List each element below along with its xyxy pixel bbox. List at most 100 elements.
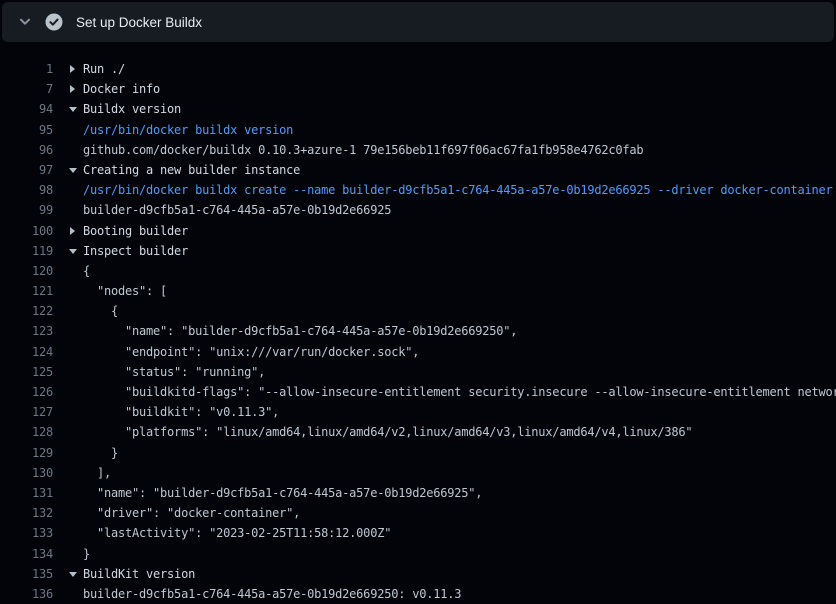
- log-line: 132 "driver": "docker-container",: [0, 503, 836, 523]
- marker-spacer: [53, 140, 83, 160]
- line-number[interactable]: 96: [0, 140, 53, 160]
- check-circle-icon: [45, 13, 63, 31]
- line-number[interactable]: 133: [0, 523, 53, 543]
- log-line: 1 Run ./: [0, 59, 836, 79]
- marker-spacer: [53, 503, 83, 523]
- line-number[interactable]: 120: [0, 261, 53, 281]
- log-text: "lastActivity": "2023-02-25T11:58:12.000…: [83, 523, 391, 543]
- line-number[interactable]: 123: [0, 321, 53, 341]
- marker-spacer: [53, 362, 83, 382]
- log-viewer: 1Run ./7Docker info94Buildx version95/us…: [0, 42, 836, 604]
- log-group-title[interactable]: Booting builder: [83, 221, 188, 241]
- log-text: "platforms": "linux/amd64,linux/amd64/v2…: [83, 422, 692, 442]
- line-number[interactable]: 121: [0, 281, 53, 301]
- log-text: {: [83, 301, 118, 321]
- group-collapsed-icon[interactable]: [53, 221, 83, 241]
- log-text: github.com/docker/buildx 0.10.3+azure-1 …: [83, 140, 643, 160]
- line-number[interactable]: 126: [0, 382, 53, 402]
- log-line: 127 "buildkit": "v0.11.3",: [0, 402, 836, 422]
- log-line: 95/usr/bin/docker buildx version: [0, 120, 836, 140]
- group-expanded-icon[interactable]: [53, 564, 83, 584]
- log-group-title[interactable]: Run ./: [83, 59, 125, 79]
- log-text: }: [83, 544, 90, 564]
- line-number[interactable]: 99: [0, 200, 53, 220]
- log-line: 133 "lastActivity": "2023-02-25T11:58:12…: [0, 523, 836, 543]
- log-group-title[interactable]: Docker info: [83, 79, 160, 99]
- line-number[interactable]: 136: [0, 584, 53, 604]
- marker-spacer: [53, 120, 83, 140]
- line-number[interactable]: 129: [0, 443, 53, 463]
- log-line: 125 "status": "running",: [0, 362, 836, 382]
- log-text: builder-d9cfb5a1-c764-445a-a57e-0b19d2e6…: [83, 200, 391, 220]
- marker-spacer: [53, 301, 83, 321]
- log-line: 100 Booting builder: [0, 221, 836, 241]
- group-expanded-icon[interactable]: [53, 160, 83, 180]
- log-line: 122 {: [0, 301, 836, 321]
- log-line: 130 ],: [0, 463, 836, 483]
- marker-spacer: [53, 584, 83, 604]
- marker-spacer: [53, 382, 83, 402]
- marker-spacer: [53, 523, 83, 543]
- log-text: ],: [83, 463, 111, 483]
- log-line: 96 github.com/docker/buildx 0.10.3+azure-…: [0, 140, 836, 160]
- log-line: 94 Buildx version: [0, 99, 836, 119]
- line-number[interactable]: 122: [0, 301, 53, 321]
- marker-spacer: [53, 483, 83, 503]
- step-title: Set up Docker Buildx: [76, 15, 202, 30]
- marker-spacer: [53, 443, 83, 463]
- line-number[interactable]: 127: [0, 402, 53, 422]
- log-text: "driver": "docker-container",: [83, 503, 300, 523]
- log-text: /usr/bin/docker buildx version: [83, 120, 293, 140]
- log-line: 136 builder-d9cfb5a1-c764-445a-a57e-0b19d…: [0, 584, 836, 604]
- step-header[interactable]: Set up Docker Buildx: [2, 2, 834, 42]
- marker-spacer: [53, 321, 83, 341]
- line-number[interactable]: 7: [0, 79, 53, 99]
- line-number[interactable]: 98: [0, 180, 53, 200]
- log-group-title[interactable]: Creating a new builder instance: [83, 160, 300, 180]
- line-number[interactable]: 135: [0, 564, 53, 584]
- line-number[interactable]: 1: [0, 59, 53, 79]
- log-line: 97 Creating a new builder instance: [0, 160, 836, 180]
- line-number[interactable]: 94: [0, 99, 53, 119]
- line-number[interactable]: 100: [0, 221, 53, 241]
- line-number[interactable]: 134: [0, 544, 53, 564]
- log-text: }: [83, 443, 118, 463]
- line-number[interactable]: 124: [0, 342, 53, 362]
- log-line: 123 "name": "builder-d9cfb5a1-c764-445a-…: [0, 321, 836, 341]
- log-line: 99 builder-d9cfb5a1-c764-445a-a57e-0b19d2…: [0, 200, 836, 220]
- log-line: 120{: [0, 261, 836, 281]
- group-expanded-icon[interactable]: [53, 99, 83, 119]
- line-number[interactable]: 130: [0, 463, 53, 483]
- line-number[interactable]: 131: [0, 483, 53, 503]
- marker-spacer: [53, 200, 83, 220]
- log-line: 126 "buildkitd-flags": "--allow-insecure…: [0, 382, 836, 402]
- line-number[interactable]: 125: [0, 362, 53, 382]
- line-number[interactable]: 132: [0, 503, 53, 523]
- log-text: /usr/bin/docker buildx create --name bui…: [83, 180, 833, 200]
- marker-spacer: [53, 281, 83, 301]
- marker-spacer: [53, 402, 83, 422]
- log-group-title[interactable]: Buildx version: [83, 99, 181, 119]
- marker-spacer: [53, 463, 83, 483]
- log-text: "name": "builder-d9cfb5a1-c764-445a-a57e…: [83, 321, 517, 341]
- log-line: 119 Inspect builder: [0, 241, 836, 261]
- group-collapsed-icon[interactable]: [53, 59, 83, 79]
- log-text: "buildkit": "v0.11.3",: [83, 402, 279, 422]
- line-number[interactable]: 119: [0, 241, 53, 261]
- log-line: 121 "nodes": [: [0, 281, 836, 301]
- line-number[interactable]: 128: [0, 422, 53, 442]
- chevron-down-icon[interactable]: [18, 15, 32, 29]
- log-text: "buildkitd-flags": "--allow-insecure-ent…: [83, 382, 836, 402]
- line-number[interactable]: 95: [0, 120, 53, 140]
- group-expanded-icon[interactable]: [53, 241, 83, 261]
- marker-spacer: [53, 261, 83, 281]
- log-text: builder-d9cfb5a1-c764-445a-a57e-0b19d2e6…: [83, 584, 461, 604]
- log-text: "nodes": [: [83, 281, 167, 301]
- group-collapsed-icon[interactable]: [53, 79, 83, 99]
- log-group-title[interactable]: Inspect builder: [83, 241, 188, 261]
- log-line: 131 "name": "builder-d9cfb5a1-c764-445a-…: [0, 483, 836, 503]
- line-number[interactable]: 97: [0, 160, 53, 180]
- log-line: 124 "endpoint": "unix:///var/run/docker.…: [0, 342, 836, 362]
- log-group-title[interactable]: BuildKit version: [83, 564, 195, 584]
- log-text: "name": "builder-d9cfb5a1-c764-445a-a57e…: [83, 483, 482, 503]
